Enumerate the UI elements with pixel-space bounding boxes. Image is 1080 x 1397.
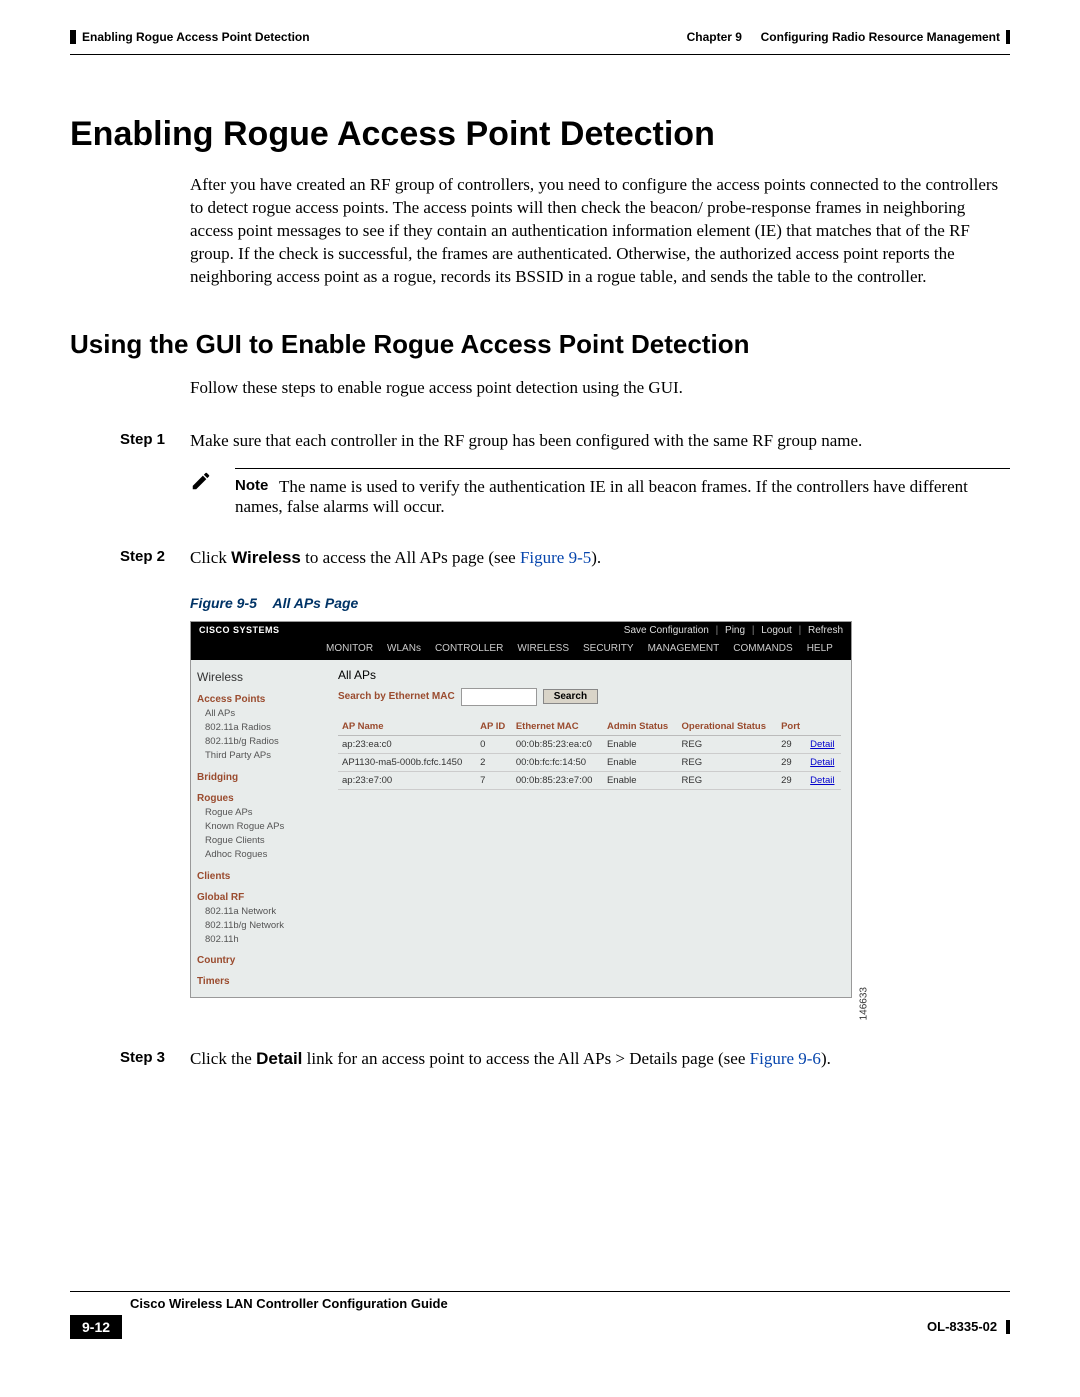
cisco-logo: CISCO SYSTEMS: [199, 625, 280, 635]
menu-wireless[interactable]: WIRELESS: [517, 643, 569, 654]
page-number: 9-12: [70, 1315, 122, 1339]
sidebar-access-points[interactable]: Access Points: [197, 692, 322, 707]
figure-xref[interactable]: Figure 9-5: [520, 548, 591, 567]
step-label: Step 2: [120, 547, 170, 570]
header-bar-icon: [70, 30, 76, 44]
ping-link[interactable]: Ping: [725, 625, 745, 636]
sidebar: Wireless Access Points All APs 802.11a R…: [191, 660, 328, 998]
save-config-link[interactable]: Save Configuration: [624, 625, 709, 636]
menu-controller[interactable]: CONTROLLER: [435, 643, 503, 654]
menu-monitor[interactable]: MONITOR: [326, 643, 373, 654]
footer-bar-icon: [1006, 1320, 1010, 1334]
col-eth-mac: Ethernet MAC: [512, 718, 603, 736]
sidebar-rogues[interactable]: Rogues: [197, 791, 322, 806]
menu-management[interactable]: MANAGEMENT: [648, 643, 720, 654]
note-label: Note: [235, 477, 275, 494]
figure-caption: Figure 9-5 All APs Page: [190, 595, 1010, 611]
sidebar-clients[interactable]: Clients: [197, 869, 322, 884]
document-number: OL-8335-02: [927, 1319, 997, 1334]
figure-xref[interactable]: Figure 9-6: [750, 1049, 821, 1068]
sidebar-item[interactable]: Rogue APs: [205, 806, 322, 820]
sidebar-item[interactable]: Third Party APs: [205, 749, 322, 763]
table-row: ap:23:e7:00 7 00:0b:85:23:e7:00 Enable R…: [338, 771, 841, 789]
screenshot-all-aps: CISCO SYSTEMS Save Configuration | Ping …: [190, 621, 852, 999]
search-label: Search by Ethernet MAC: [338, 691, 455, 702]
section-heading: Using the GUI to Enable Rogue Access Poi…: [70, 329, 1010, 360]
col-op-status: Operational Status: [678, 718, 778, 736]
sidebar-item[interactable]: 802.11b/g Network: [205, 919, 322, 933]
logout-link[interactable]: Logout: [761, 625, 792, 636]
sidebar-item[interactable]: 802.11b/g Radios: [205, 735, 322, 749]
sidebar-item[interactable]: Adhoc Rogues: [205, 848, 322, 862]
top-menu: MONITOR WLANs CONTROLLER WIRELESS SECURI…: [191, 639, 851, 660]
sidebar-title: Wireless: [197, 668, 322, 686]
step-label: Step 3: [120, 1048, 170, 1071]
running-header: Enabling Rogue Access Point Detection Ch…: [70, 30, 1010, 44]
sidebar-timers[interactable]: Timers: [197, 974, 322, 989]
sidebar-country[interactable]: Country: [197, 953, 322, 968]
sidebar-global-rf[interactable]: Global RF: [197, 890, 322, 905]
table-row: ap:23:ea:c0 0 00:0b:85:23:ea:c0 Enable R…: [338, 735, 841, 753]
sidebar-bridging[interactable]: Bridging: [197, 770, 322, 785]
step-label: Step 1: [120, 430, 170, 453]
note-pencil-icon: [190, 468, 215, 497]
intro-paragraph: After you have created an RF group of co…: [190, 174, 1010, 289]
sidebar-item[interactable]: 802.11a Network: [205, 905, 322, 919]
col-ap-id: AP ID: [476, 718, 512, 736]
detail-link[interactable]: Detail: [810, 775, 834, 786]
step-1-text: Make sure that each controller in the RF…: [190, 430, 1010, 453]
menu-security[interactable]: SECURITY: [583, 643, 634, 654]
col-port: Port: [777, 718, 806, 736]
search-mac-input[interactable]: [461, 688, 537, 706]
col-admin-status: Admin Status: [603, 718, 678, 736]
ap-table: AP Name AP ID Ethernet MAC Admin Status …: [338, 718, 841, 790]
step-3-text: Click the Detail link for an access poin…: [190, 1048, 1010, 1071]
top-utility-links: Save Configuration | Ping | Logout | Ref…: [620, 625, 843, 636]
figure-id-annotation: 146633: [858, 987, 869, 1020]
sidebar-item[interactable]: 802.11a Radios: [205, 721, 322, 735]
col-ap-name: AP Name: [338, 718, 476, 736]
table-row: AP1130-ma5-000b.fcfc.1450 2 00:0b:fc:fc:…: [338, 753, 841, 771]
sidebar-item[interactable]: Rogue Clients: [205, 834, 322, 848]
panel-title: All APs: [338, 668, 841, 682]
note-text: The name is used to verify the authentic…: [235, 477, 968, 516]
footer-guide-title: Cisco Wireless LAN Controller Configurat…: [130, 1296, 1010, 1311]
menu-help[interactable]: HELP: [807, 643, 833, 654]
header-bar-icon: [1006, 30, 1010, 44]
detail-link[interactable]: Detail: [810, 757, 834, 768]
sidebar-item[interactable]: Known Rogue APs: [205, 820, 322, 834]
sidebar-item[interactable]: 802.11h: [205, 933, 322, 947]
page-footer: Cisco Wireless LAN Controller Configurat…: [70, 1291, 1010, 1339]
refresh-link[interactable]: Refresh: [808, 625, 843, 636]
sidebar-item[interactable]: All APs: [205, 707, 322, 721]
header-chapter-title: Configuring Radio Resource Management: [761, 30, 1000, 44]
header-chapter: Chapter 9: [687, 30, 742, 44]
step-2-text: Click Wireless to access the All APs pag…: [190, 547, 1010, 570]
menu-wlans[interactable]: WLANs: [387, 643, 421, 654]
section-intro: Follow these steps to enable rogue acces…: [190, 377, 1010, 400]
detail-link[interactable]: Detail: [810, 739, 834, 750]
menu-commands[interactable]: COMMANDS: [733, 643, 792, 654]
page-title: Enabling Rogue Access Point Detection: [70, 115, 1010, 154]
header-left-text: Enabling Rogue Access Point Detection: [82, 30, 310, 44]
search-button[interactable]: Search: [543, 689, 598, 704]
